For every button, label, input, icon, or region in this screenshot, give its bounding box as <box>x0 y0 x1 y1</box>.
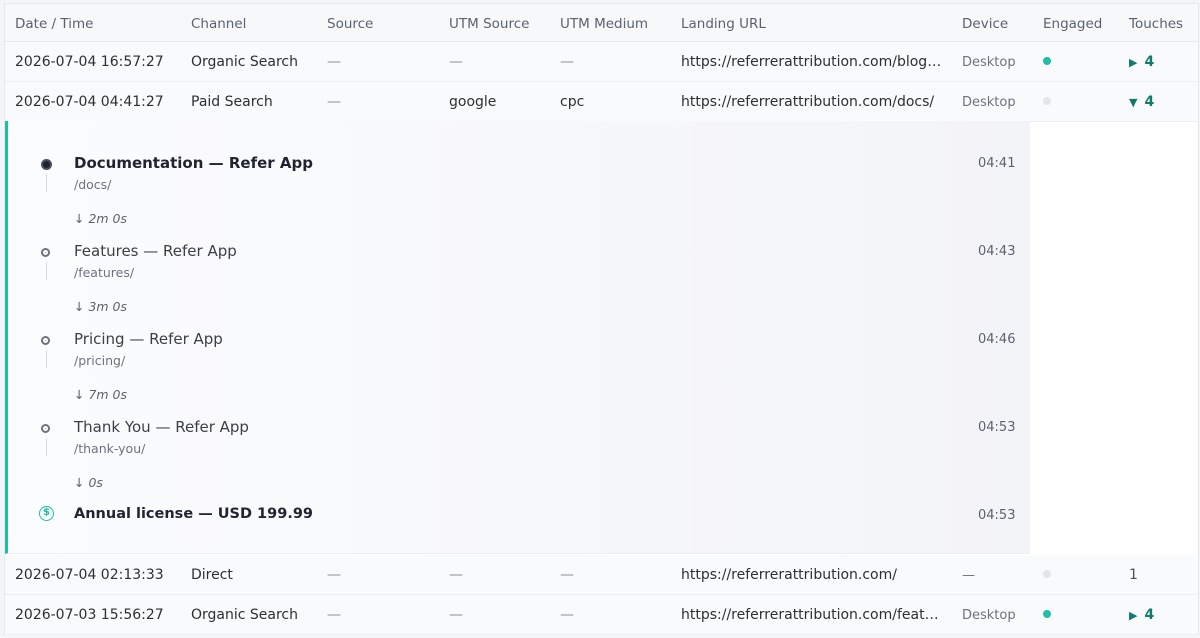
timeline-node-icon <box>41 248 50 257</box>
timeline-node-icon <box>41 159 52 170</box>
touches-toggle[interactable]: ▶ 4 <box>1129 54 1154 70</box>
expand-triangle-icon: ▶ <box>1129 609 1138 622</box>
header-landing-url[interactable]: Landing URL <box>681 16 766 32</box>
table-header: Date / Time Channel Source UTM Source UT… <box>5 4 1198 42</box>
engaged-indicator <box>1043 610 1051 618</box>
cell-device: Desktop <box>962 95 1016 110</box>
cell-source: — <box>327 567 341 583</box>
cell-utm-medium: — <box>560 567 574 583</box>
journey-step-gap: ↓ 3m 0s <box>74 299 128 314</box>
timeline-connector <box>46 350 47 368</box>
cell-landing-url[interactable]: https://referrerattribution.com/ <box>681 567 943 583</box>
header-channel[interactable]: Channel <box>191 16 246 32</box>
journey-step-path: /thank-you/ <box>74 441 146 456</box>
cell-source: — <box>327 607 341 623</box>
conversion-title: Annual license — USD 199.99 <box>74 506 314 522</box>
journey-step-title: Thank You — Refer App <box>74 418 249 436</box>
header-engaged[interactable]: Engaged <box>1043 16 1102 32</box>
table-row[interactable]: 2026-07-03 15:56:27 Organic Search — — —… <box>5 595 1198 635</box>
cell-landing-url[interactable]: https://referrerattribution.com/featur..… <box>681 607 943 623</box>
cell-channel: Organic Search <box>191 54 299 70</box>
header-source[interactable]: Source <box>327 16 373 32</box>
timeline-connector <box>46 438 47 456</box>
journey-step-gap: ↓ 0s <box>74 475 103 490</box>
cell-datetime: 2026-07-03 15:56:27 <box>15 607 164 623</box>
cell-device: Desktop <box>962 608 1016 623</box>
table-row[interactable]: 2026-07-04 02:13:33 Direct — — — https:/… <box>5 555 1198 595</box>
journey-step-time: 04:43 <box>978 244 1016 259</box>
collapse-triangle-icon: ▼ <box>1129 96 1138 109</box>
cell-device: — <box>962 568 975 583</box>
engaged-indicator <box>1043 570 1051 578</box>
cell-source: — <box>327 94 341 110</box>
sessions-table: Date / Time Channel Source UTM Source UT… <box>4 3 1199 635</box>
header-utm-medium[interactable]: UTM Medium <box>560 16 648 32</box>
touches-count: 4 <box>1144 607 1155 623</box>
journey-step-title: Features — Refer App <box>74 242 237 260</box>
cell-utm-medium: cpc <box>560 94 585 110</box>
journey-panel: Documentation — Refer App /docs/ 04:41 ↓… <box>5 121 1030 554</box>
cell-device: Desktop <box>962 55 1016 70</box>
cell-datetime: 2026-07-04 02:13:33 <box>15 567 164 583</box>
cell-utm-source: — <box>449 607 463 623</box>
engaged-indicator <box>1043 97 1051 105</box>
timeline-connector <box>46 262 47 280</box>
cell-datetime: 2026-07-04 16:57:27 <box>15 54 164 70</box>
touches-toggle[interactable]: ▼ 4 <box>1129 94 1154 110</box>
dollar-circle-icon: $ <box>39 506 54 521</box>
table-row[interactable]: 2026-07-04 16:57:27 Organic Search — — —… <box>5 42 1198 82</box>
cell-channel: Organic Search <box>191 607 299 623</box>
touches-count: 4 <box>1144 94 1155 110</box>
cell-datetime: 2026-07-04 04:41:27 <box>15 94 164 110</box>
engaged-indicator <box>1043 57 1051 65</box>
cell-utm-medium: — <box>560 607 574 623</box>
header-utm-source[interactable]: UTM Source <box>449 16 529 32</box>
journey-step-title: Pricing — Refer App <box>74 330 223 348</box>
touches-count: 1 <box>1129 567 1138 583</box>
table-row[interactable]: 2026-07-04 04:41:27 Paid Search — google… <box>5 82 1198 122</box>
conversion-time: 04:53 <box>978 508 1016 523</box>
timeline-node-icon <box>41 424 50 433</box>
journey-step-gap: ↓ 2m 0s <box>74 211 128 226</box>
journey-step-time: 04:46 <box>978 332 1016 347</box>
touches-count: 4 <box>1144 54 1155 70</box>
journey-step-path: /features/ <box>74 265 135 280</box>
journey-step-path: /pricing/ <box>74 353 126 368</box>
timeline-node-icon <box>41 336 50 345</box>
cell-channel: Paid Search <box>191 94 273 110</box>
cell-utm-source: google <box>449 94 497 110</box>
header-touches[interactable]: Touches <box>1129 16 1183 32</box>
cell-utm-medium: — <box>560 54 574 70</box>
journey-step-title: Documentation — Refer App <box>74 154 313 172</box>
header-device[interactable]: Device <box>962 16 1008 32</box>
header-datetime[interactable]: Date / Time <box>15 16 93 32</box>
cell-landing-url[interactable]: https://referrerattribution.com/blog/... <box>681 54 943 70</box>
cell-source: — <box>327 54 341 70</box>
journey-step-time: 04:53 <box>978 420 1016 435</box>
expand-triangle-icon: ▶ <box>1129 56 1138 69</box>
touches-toggle[interactable]: ▶ 4 <box>1129 607 1154 623</box>
cell-channel: Direct <box>191 567 233 583</box>
journey-step-gap: ↓ 7m 0s <box>74 387 128 402</box>
cell-utm-source: — <box>449 567 463 583</box>
journey-step-path: /docs/ <box>74 177 112 192</box>
cell-utm-source: — <box>449 54 463 70</box>
journey-step-time: 04:41 <box>978 156 1016 171</box>
timeline-connector <box>46 174 47 192</box>
cell-landing-url[interactable]: https://referrerattribution.com/docs/ <box>681 94 943 110</box>
